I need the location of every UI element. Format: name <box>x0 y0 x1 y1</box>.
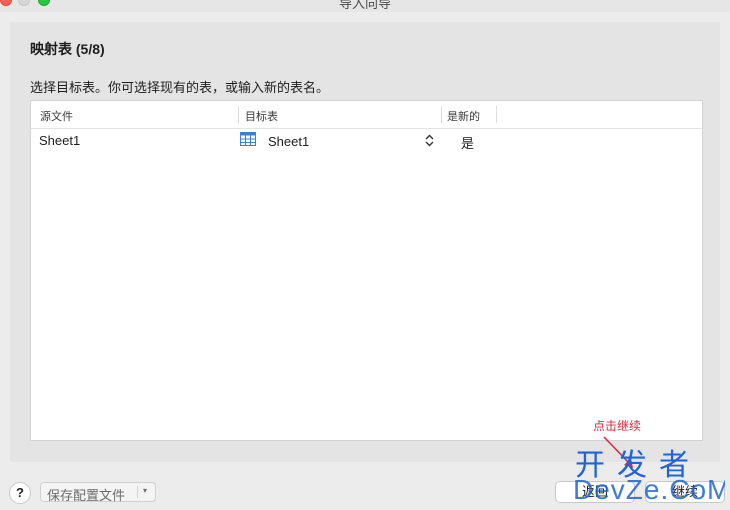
column-header-target[interactable]: 目标表 <box>245 108 278 124</box>
save-config-divider <box>137 486 138 498</box>
annotation-arrow-icon <box>603 436 633 468</box>
window-title: 导入向导 <box>338 0 391 11</box>
table-icon <box>240 132 256 151</box>
save-config-button[interactable]: 保存配置文件 ▾ <box>40 482 156 503</box>
table-header: 源文件 目标表 是新的 <box>31 101 702 129</box>
title-bar: 导入向导 <box>0 0 730 12</box>
column-header-is-new[interactable]: 是新的 <box>447 108 480 124</box>
continue-button[interactable]: 继续 <box>645 481 725 503</box>
step-title: 映射表 (5/8) <box>30 41 105 57</box>
mapping-table: 源文件 目标表 是新的 Sheet1 Sheet1 是 <box>30 100 703 441</box>
chevron-down-icon[interactable]: ▾ <box>143 486 147 495</box>
column-divider[interactable] <box>496 106 497 123</box>
column-divider[interactable] <box>238 106 239 123</box>
updown-chevron-icon[interactable] <box>425 134 434 152</box>
row-target-table-select[interactable]: Sheet1 <box>268 134 309 149</box>
row-is-new: 是 <box>461 136 475 151</box>
row-source-file: Sheet1 <box>39 133 81 148</box>
instruction-text: 选择目标表。你可选择现有的表，或输入新的表名。 <box>30 80 330 95</box>
save-config-label: 保存配置文件 <box>47 488 126 503</box>
column-header-source[interactable]: 源文件 <box>40 108 73 124</box>
back-button[interactable]: 返回 <box>555 481 635 503</box>
column-divider[interactable] <box>441 106 442 123</box>
annotation-click-continue: 点击继续 <box>593 419 642 433</box>
help-button[interactable]: ? <box>9 482 31 504</box>
